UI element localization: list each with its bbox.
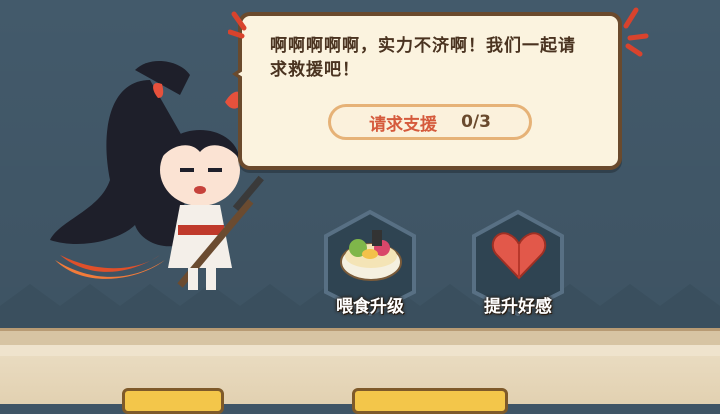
request-help-button[interactable]: 请求支援 0/3 — [328, 104, 532, 140]
exclamation-burst-icon — [623, 7, 649, 57]
request-help-label: 请求支援 — [369, 114, 438, 135]
bubble-tail-inner — [238, 66, 251, 82]
speech-bubble: 啊啊啊啊啊，实力不济啊！我们一起请求救援吧！ 请求支援 0/3 — [238, 12, 622, 170]
bottom-left-button[interactable] — [122, 388, 224, 414]
bottom-center-button[interactable] — [352, 388, 508, 414]
feed-upgrade-label: 喂食升级 — [336, 297, 404, 317]
raise-favor-label: 提升好感 — [484, 297, 552, 317]
food-bowl-icon — [340, 230, 402, 281]
heart-icon — [491, 232, 547, 280]
raise-favor-button[interactable]: 提升好感 — [466, 208, 570, 318]
exclamation-burst-icon — [228, 11, 247, 39]
feed-upgrade-button[interactable]: 喂食升级 — [318, 208, 422, 318]
dialog-message: 啊啊啊啊啊，实力不济啊！我们一起请求救援吧！ — [270, 36, 576, 80]
floor-edge — [0, 328, 720, 345]
help-progress: 0/3 — [461, 112, 491, 132]
